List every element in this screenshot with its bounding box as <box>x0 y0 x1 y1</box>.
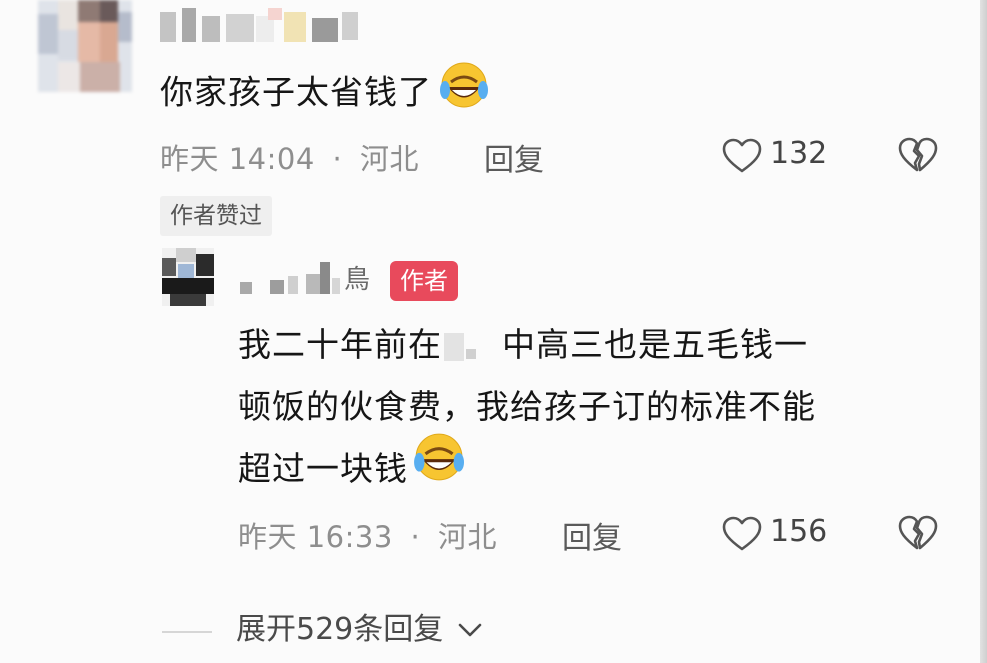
reply-text-line-2: 顿饭的伙食费，我给孩子订的标准不能 <box>238 387 816 426</box>
reply-text-line-3: 超过一块钱 <box>238 433 816 503</box>
expand-replies-label: 展开529条回复 <box>236 612 444 647</box>
comment-text-content: 你家孩子太省钱了 <box>160 72 432 112</box>
reply-text: 我二十年前在 中高三也是五毛钱一 顿饭的伙食费，我给孩子订的标准不能 超过一块钱 <box>238 314 816 503</box>
reply-location: 河北 <box>437 520 497 554</box>
meta-separator: · <box>410 520 421 554</box>
masked-text-region <box>442 329 502 365</box>
broken-heart-icon <box>898 515 938 555</box>
commenter-name-masked[interactable] <box>160 8 360 48</box>
laughing-crying-emoji-icon <box>438 60 488 122</box>
reply-dislike-button[interactable] <box>898 515 938 555</box>
reply-author-name-suffix: 鳥 <box>344 265 371 295</box>
page-edge <box>980 0 987 663</box>
comment-reply-button[interactable]: 回复 <box>484 135 544 179</box>
expand-divider-line <box>162 631 212 633</box>
reply-time: 昨天 16:33 <box>238 520 393 554</box>
reply-text-line-1-part-a: 我二十年前在 <box>238 325 442 364</box>
laughing-crying-emoji-icon <box>412 431 464 503</box>
commenter-avatar[interactable] <box>38 0 132 92</box>
comment-timestamp: 昨天 14:04 · 河北 <box>160 136 419 178</box>
reply-timestamp: 昨天 16:33 · 河北 <box>238 514 497 556</box>
comment-time: 昨天 14:04 <box>160 142 315 176</box>
author-badge: 作者 <box>390 261 458 301</box>
comment-dislike-button[interactable] <box>898 137 938 177</box>
reply-text-line-3-content: 超过一块钱 <box>238 449 408 488</box>
chevron-down-icon <box>457 609 483 653</box>
broken-heart-icon <box>898 137 938 177</box>
reply-author-avatar[interactable] <box>162 248 214 306</box>
comment-location: 河北 <box>359 142 419 176</box>
meta-separator: · <box>332 142 343 176</box>
reply-author-name[interactable]: 鳥 <box>240 262 390 298</box>
reply-reply-button[interactable]: 回复 <box>562 513 622 557</box>
reply-like-count: 156 <box>770 514 828 549</box>
reply-text-line-1-part-b: 中高三也是五毛钱一 <box>502 325 808 364</box>
heart-outline-icon <box>722 138 762 178</box>
heart-outline-icon <box>722 516 762 556</box>
expand-replies-button[interactable]: 展开529条回复 <box>236 608 483 653</box>
author-liked-tag: 作者赞过 <box>160 196 272 236</box>
comment-text: 你家孩子太省钱了 <box>160 62 488 122</box>
comment-like-count: 132 <box>770 136 828 171</box>
reply-text-line-1: 我二十年前在 中高三也是五毛钱一 <box>238 314 816 376</box>
